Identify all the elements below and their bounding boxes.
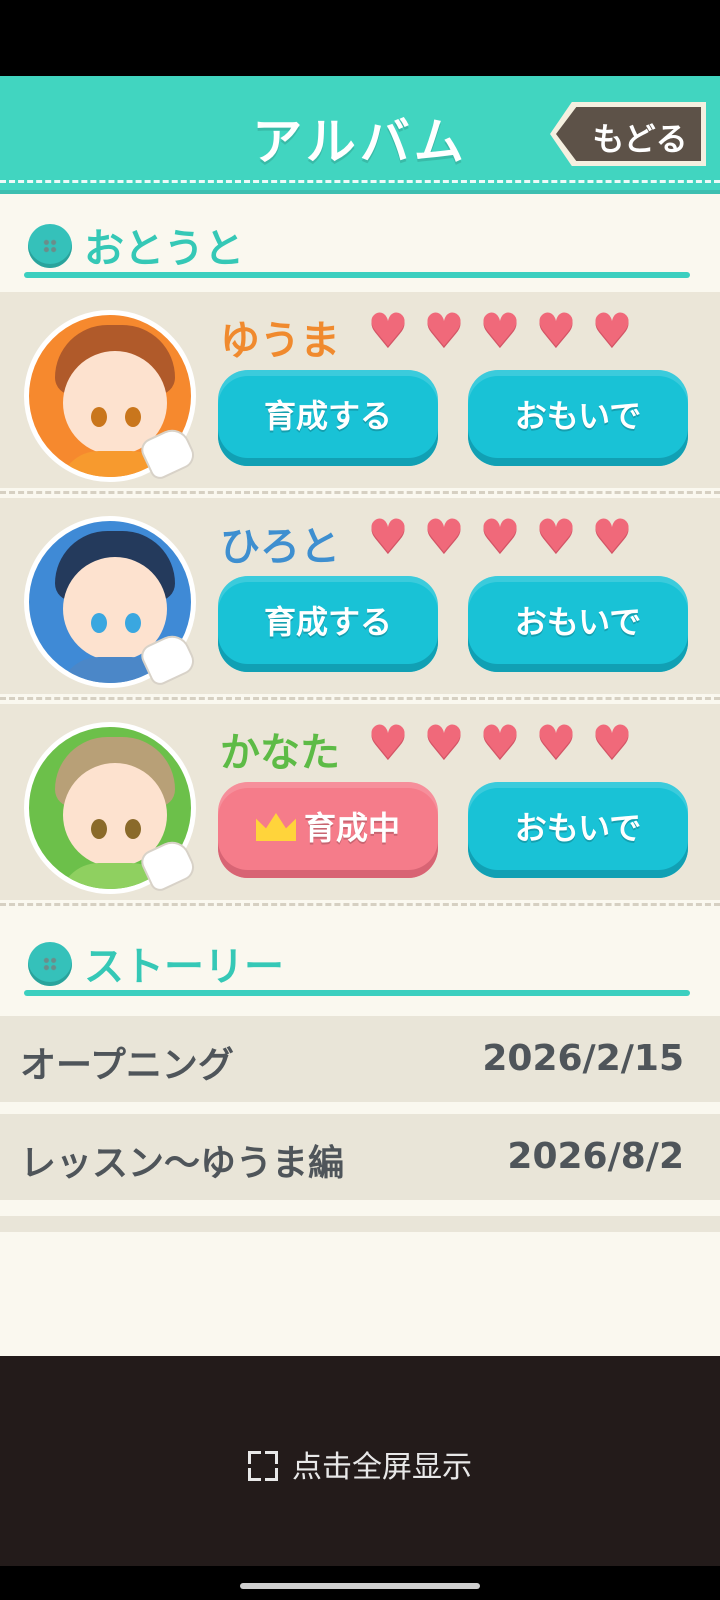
heart-icon: ♥ xyxy=(423,303,465,357)
avatar-eye xyxy=(125,819,141,839)
character-row-kanata: かなた ♥ ♥ ♥ ♥ ♥ 育成中 おもいで xyxy=(0,704,720,906)
heart-icon: ♥ xyxy=(479,509,521,563)
story-row[interactable]: オープニング 2026/2/15 xyxy=(0,1016,720,1102)
story-list-footer xyxy=(0,1216,720,1232)
expand-icon xyxy=(248,1451,278,1481)
story-title: オープニング xyxy=(20,1045,234,1086)
heart-icon: ♥ xyxy=(479,715,521,769)
heart-icon: ♥ xyxy=(367,715,409,769)
memories-button[interactable]: おもいで xyxy=(468,576,688,672)
in-training-button[interactable]: 育成中 xyxy=(218,782,438,878)
heart-icon: ♥ xyxy=(423,715,465,769)
avatar-eye xyxy=(125,613,141,633)
story-date: 2026/8/2 xyxy=(507,1136,684,1177)
heart-icon: ♥ xyxy=(591,303,633,357)
brothers-section-header: おとうと xyxy=(0,194,720,294)
header-stitch xyxy=(0,180,720,183)
fullscreen-bar: 点击全屏显示 xyxy=(0,1356,720,1566)
fullscreen-label: 点击全屏显示 xyxy=(292,1450,472,1485)
character-name: かなた xyxy=(220,730,340,776)
section-rule xyxy=(24,990,690,996)
sewing-button-icon xyxy=(28,942,72,986)
heart-icon: ♥ xyxy=(367,303,409,357)
story-section-header: ストーリー xyxy=(0,912,720,1012)
avatar-eye xyxy=(91,407,107,427)
heart-icon: ♥ xyxy=(367,509,409,563)
heart-icon: ♥ xyxy=(535,303,577,357)
character-name: ゆうま xyxy=(220,318,340,364)
back-button[interactable]: もどる xyxy=(550,102,706,166)
story-separator xyxy=(0,1102,720,1114)
avatar-eye xyxy=(91,613,107,633)
heart-icon: ♥ xyxy=(535,509,577,563)
home-indicator[interactable] xyxy=(240,1583,480,1589)
crown-icon xyxy=(255,813,296,841)
memories-button[interactable]: おもいで xyxy=(468,370,688,466)
back-button-label: もどる xyxy=(592,120,688,158)
affection-hearts: ♥ ♥ ♥ ♥ ♥ xyxy=(366,512,646,564)
heart-icon: ♥ xyxy=(479,303,521,357)
character-row-yuma: ゆうま ♥ ♥ ♥ ♥ ♥ 育成する おもいで xyxy=(0,292,720,494)
brothers-section-label: おとうと xyxy=(84,226,244,272)
story-section-label: ストーリー xyxy=(84,944,284,990)
heart-icon: ♥ xyxy=(535,715,577,769)
heart-icon: ♥ xyxy=(591,509,633,563)
character-row-hiroto: ひろと ♥ ♥ ♥ ♥ ♥ 育成する おもいで xyxy=(0,498,720,700)
affection-hearts: ♥ ♥ ♥ ♥ ♥ xyxy=(366,306,646,358)
heart-icon: ♥ xyxy=(423,509,465,563)
avatar-eye xyxy=(91,819,107,839)
fullscreen-button[interactable]: 点击全屏显示 xyxy=(0,1442,720,1486)
train-button[interactable]: 育成する xyxy=(218,370,438,466)
story-title: レッスン〜ゆうま編 xyxy=(20,1143,345,1184)
header-bar: アルバム もどる xyxy=(0,76,720,194)
sewing-button-icon xyxy=(28,224,72,268)
in-training-label: 育成中 xyxy=(303,809,400,847)
heart-icon: ♥ xyxy=(591,715,633,769)
album-screen: アルバム もどる おとうと ゆうま ♥ ♥ ♥ ♥ ♥ 育成する おもいで ひろ… xyxy=(0,76,720,1356)
memories-button[interactable]: おもいで xyxy=(468,782,688,878)
section-rule xyxy=(24,272,690,278)
story-row[interactable]: レッスン〜ゆうま編 2026/8/2 xyxy=(0,1114,720,1200)
train-button[interactable]: 育成する xyxy=(218,576,438,672)
character-name: ひろと xyxy=(220,524,340,570)
avatar-eye xyxy=(125,407,141,427)
affection-hearts: ♥ ♥ ♥ ♥ ♥ xyxy=(366,718,646,770)
story-date: 2026/2/15 xyxy=(482,1038,684,1079)
